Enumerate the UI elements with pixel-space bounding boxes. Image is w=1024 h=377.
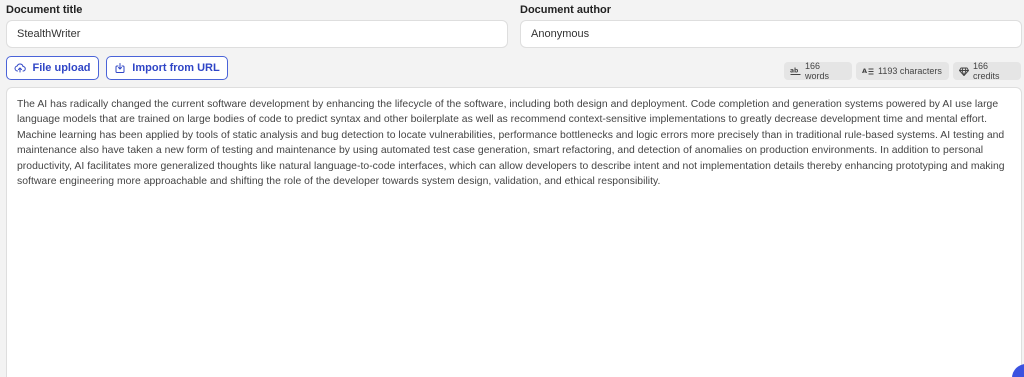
words-icon: ab: [790, 67, 801, 76]
document-editor-panel: Document title StealthWriter Document au…: [0, 0, 1024, 377]
credits-badge: 166 credits: [953, 61, 1021, 81]
diamond-icon: [959, 67, 969, 76]
word-count-badge: ab 166 words: [784, 61, 852, 81]
credits-text: 166 credits: [973, 61, 1000, 81]
document-body-text: The AI has radically changed the current…: [17, 99, 1005, 188]
characters-icon: A: [862, 67, 874, 76]
character-count-text: 1193 characters: [878, 66, 942, 76]
file-upload-button[interactable]: File upload: [6, 56, 99, 80]
document-title-label: Document title: [6, 4, 83, 16]
document-text-editor[interactable]: The AI has radically changed the current…: [6, 87, 1022, 377]
import-icon: [114, 62, 126, 74]
document-author-field[interactable]: Anonymous: [520, 20, 1022, 48]
document-title-field[interactable]: StealthWriter: [6, 20, 508, 48]
word-count-text: 166 words: [805, 61, 830, 81]
cloud-upload-icon: [14, 62, 27, 74]
file-upload-label: File upload: [32, 62, 91, 74]
character-count-badge: A 1193 characters: [856, 62, 949, 80]
import-from-url-button[interactable]: Import from URL: [106, 56, 228, 80]
svg-text:ab: ab: [790, 67, 799, 74]
document-author-label: Document author: [520, 4, 612, 16]
import-from-url-label: Import from URL: [132, 62, 220, 74]
svg-text:A: A: [862, 67, 867, 75]
